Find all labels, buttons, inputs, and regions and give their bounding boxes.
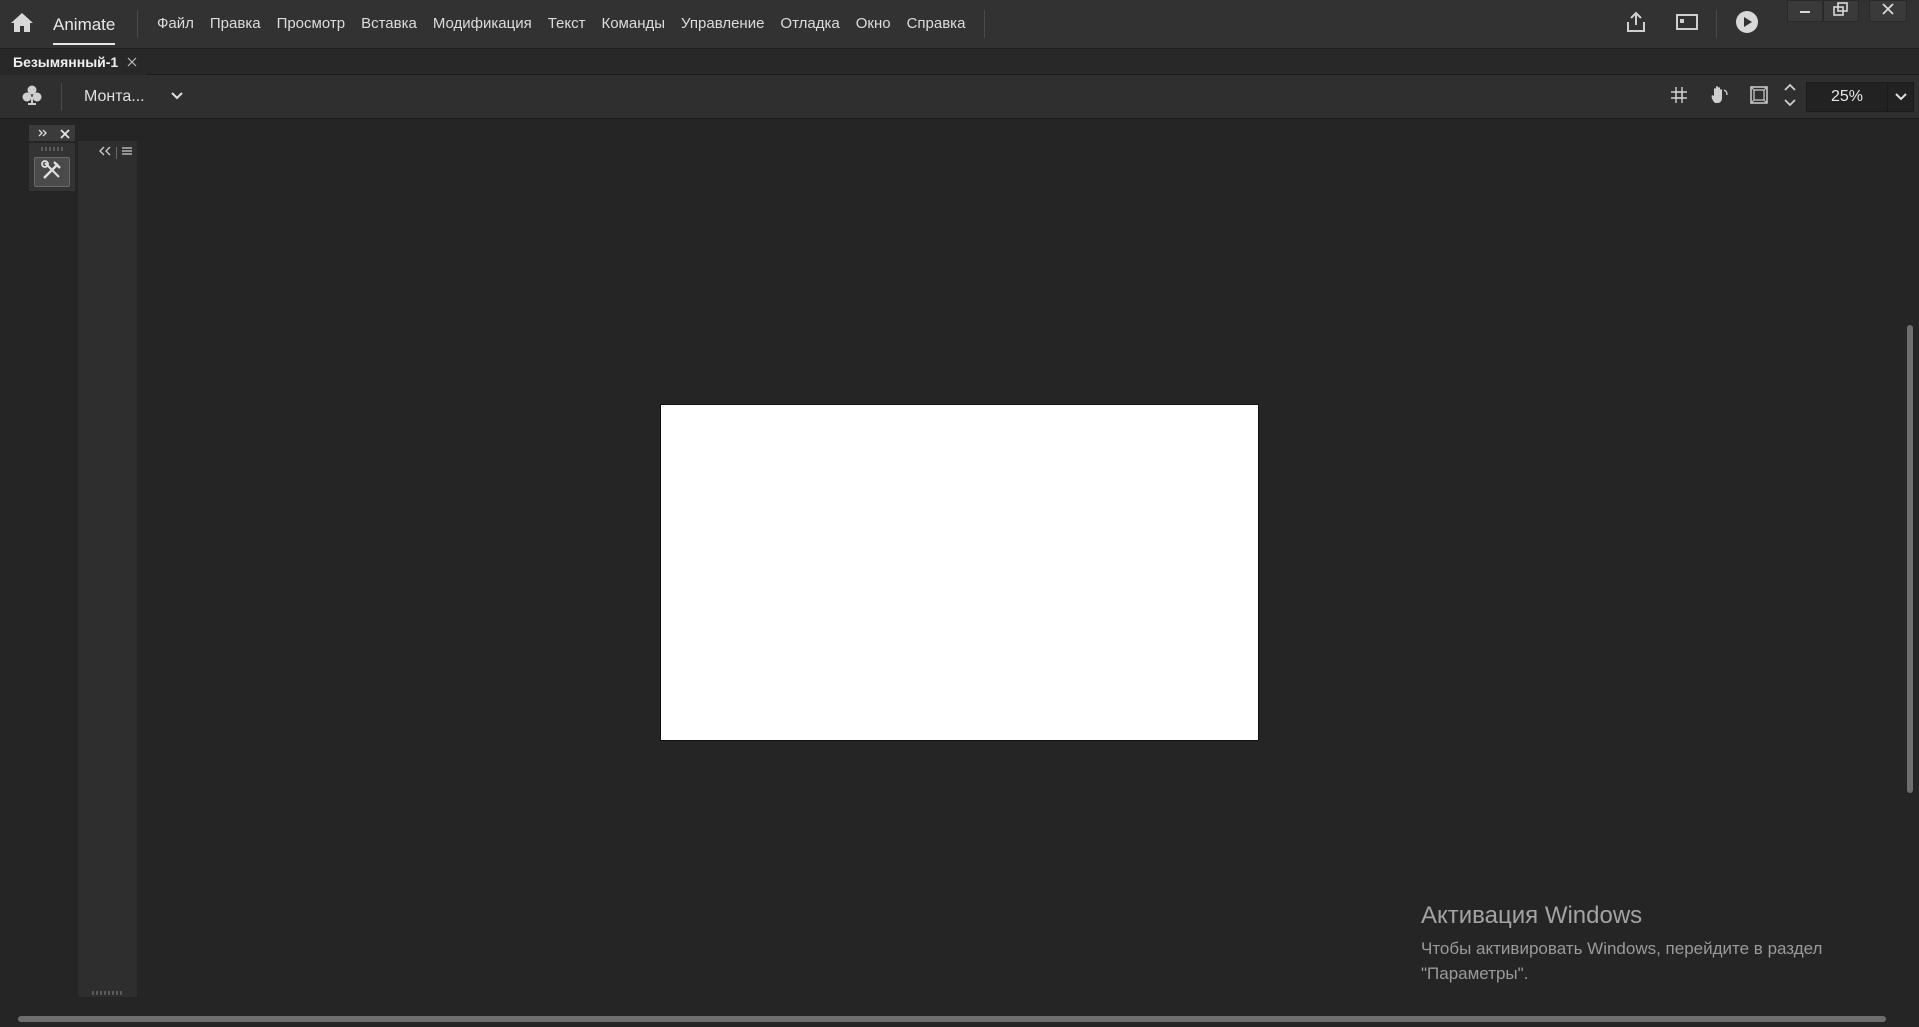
edit-bar: Монта... 25% bbox=[0, 75, 1919, 119]
collapse-panel-icon[interactable] bbox=[98, 144, 112, 162]
zoom-control[interactable]: 25% bbox=[1806, 82, 1914, 112]
menu-control[interactable]: Управление bbox=[673, 12, 772, 36]
menu-commands[interactable]: Команды bbox=[593, 12, 673, 36]
scene-dropdown[interactable]: Монта... bbox=[78, 83, 190, 111]
restore-button[interactable] bbox=[1823, 0, 1859, 22]
menu-edit[interactable]: Правка bbox=[202, 12, 269, 36]
tools-panel-header[interactable] bbox=[28, 124, 76, 142]
app-name: Animate bbox=[53, 15, 116, 45]
document-tab-label: Безымянный-1 bbox=[13, 54, 119, 70]
zoom-stepper[interactable] bbox=[1780, 83, 1800, 111]
menu-window[interactable]: Окно bbox=[848, 12, 899, 36]
chevron-down-icon bbox=[170, 88, 184, 106]
menu-bar: Файл Правка Просмотр Вставка Модификация… bbox=[149, 12, 973, 36]
zoom-value[interactable]: 25% bbox=[1807, 88, 1887, 106]
share-icon bbox=[1625, 11, 1647, 38]
panel-grip[interactable] bbox=[41, 147, 65, 151]
divider bbox=[116, 147, 117, 159]
workspace-button[interactable] bbox=[1673, 10, 1701, 38]
menu-insert[interactable]: Вставка bbox=[353, 12, 425, 36]
tools-button[interactable] bbox=[34, 157, 70, 187]
close-window-button[interactable] bbox=[1869, 0, 1907, 22]
test-movie-button[interactable] bbox=[1733, 10, 1761, 38]
tools-icon bbox=[40, 159, 64, 186]
panel-menu-icon[interactable] bbox=[121, 144, 133, 162]
panel-dock-header bbox=[78, 143, 137, 163]
share-button[interactable] bbox=[1622, 10, 1650, 38]
vertical-scrollbar[interactable] bbox=[1907, 325, 1913, 793]
panel-grip[interactable] bbox=[92, 991, 124, 995]
activation-title: Активация Windows bbox=[1421, 902, 1643, 929]
menu-file[interactable]: Файл bbox=[149, 12, 202, 36]
restore-icon bbox=[1833, 1, 1849, 21]
menu-debug[interactable]: Отладка bbox=[772, 12, 847, 36]
clip-content-button[interactable] bbox=[1745, 83, 1773, 111]
collapsed-panel-dock bbox=[77, 140, 138, 998]
scene-label: Монта... bbox=[84, 88, 145, 105]
menu-help[interactable]: Справка bbox=[899, 12, 974, 36]
home-button[interactable] bbox=[8, 10, 36, 38]
windows-activation-watermark: Активация Windows Чтобы активировать Win… bbox=[1421, 900, 1891, 986]
chevron-down-icon bbox=[1894, 88, 1907, 106]
divider bbox=[1716, 10, 1717, 38]
activation-text-line: Чтобы активировать Windows, перейдите в … bbox=[1421, 939, 1823, 958]
menu-modify[interactable]: Модификация bbox=[425, 12, 540, 36]
activation-text: Чтобы активировать Windows, перейдите в … bbox=[1421, 936, 1891, 986]
workspace-layout-icon bbox=[1676, 13, 1698, 36]
divider bbox=[984, 10, 985, 38]
menu-view[interactable]: Просмотр bbox=[269, 12, 354, 36]
hand-tool-button[interactable] bbox=[1705, 83, 1733, 111]
snap-button[interactable] bbox=[1665, 83, 1693, 111]
stage-canvas[interactable] bbox=[660, 404, 1259, 741]
document-tab[interactable]: Безымянный-1 bbox=[0, 49, 147, 75]
close-tab-icon[interactable] bbox=[126, 56, 138, 68]
title-menu-bar: Animate Файл Правка Просмотр Вставка Мод… bbox=[0, 0, 1919, 49]
stage-step-icon bbox=[1783, 81, 1797, 114]
minimize-button[interactable] bbox=[1787, 0, 1823, 22]
minimize-icon bbox=[1798, 2, 1812, 21]
divider bbox=[61, 83, 62, 111]
edit-symbols-button[interactable] bbox=[18, 83, 46, 111]
close-icon bbox=[1881, 2, 1895, 21]
tools-panel bbox=[28, 142, 76, 192]
home-icon bbox=[10, 11, 34, 38]
clip-content-icon bbox=[1749, 85, 1769, 110]
play-icon bbox=[1735, 10, 1759, 39]
hand-pan-icon bbox=[1708, 84, 1730, 111]
divider bbox=[137, 10, 138, 38]
zoom-dropdown-button[interactable] bbox=[1887, 83, 1913, 111]
activation-text-line: "Параметры". bbox=[1421, 964, 1529, 983]
snap-icon bbox=[1670, 86, 1688, 109]
horizontal-scrollbar[interactable] bbox=[18, 1016, 1886, 1022]
symbol-icon bbox=[21, 84, 43, 111]
document-tab-bar: Безымянный-1 bbox=[0, 49, 1919, 75]
menu-text[interactable]: Текст bbox=[540, 12, 594, 36]
